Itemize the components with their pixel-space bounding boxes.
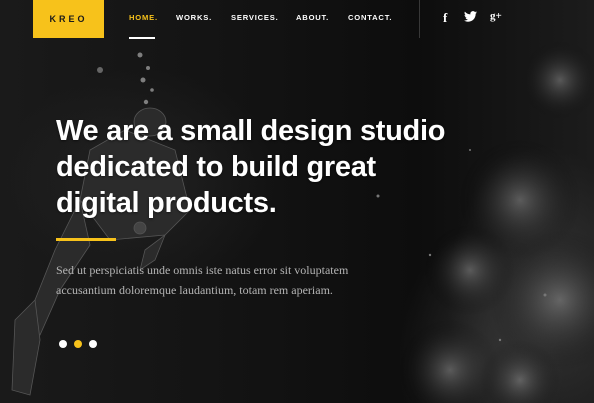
slider-dot[interactable] [89,340,97,348]
twitter-icon[interactable] [464,11,477,22]
nav-home[interactable]: HOME. [129,13,158,22]
headline-line: We are a small design studio [56,115,446,147]
nav-contact[interactable]: CONTACT. [348,13,392,22]
reef-texture [400,40,594,403]
nav-services[interactable]: SERVICES. [231,13,279,22]
hero-subtext: Sed ut perspiciatis unde omnis iste natu… [56,260,416,300]
subtext-line: accusantium doloremque laudantium, totam… [56,283,333,297]
hero-section: KREO HOME. WORKS. SERVICES. ABOUT. CONTA… [0,0,594,403]
slider-dot-active[interactable] [74,340,82,348]
google-plus-icon[interactable]: g+ [490,10,502,22]
kreo-logo[interactable]: KREO [33,0,104,38]
nav-works[interactable]: WORKS. [176,13,212,22]
nav-active-underline [129,37,155,39]
nav-about[interactable]: ABOUT. [296,13,329,22]
slider-dot[interactable] [59,340,67,348]
facebook-icon[interactable]: f [443,10,447,26]
headline-line: dedicated to build great [56,151,376,183]
bubbles [97,52,154,105]
nav-divider [419,0,420,38]
hero-headline: We are a small design studio dedicated t… [56,113,516,221]
headline-line: digital products. [56,187,277,219]
subtext-line: Sed ut perspiciatis unde omnis iste natu… [56,263,349,277]
headline-accent-bar [56,238,116,241]
